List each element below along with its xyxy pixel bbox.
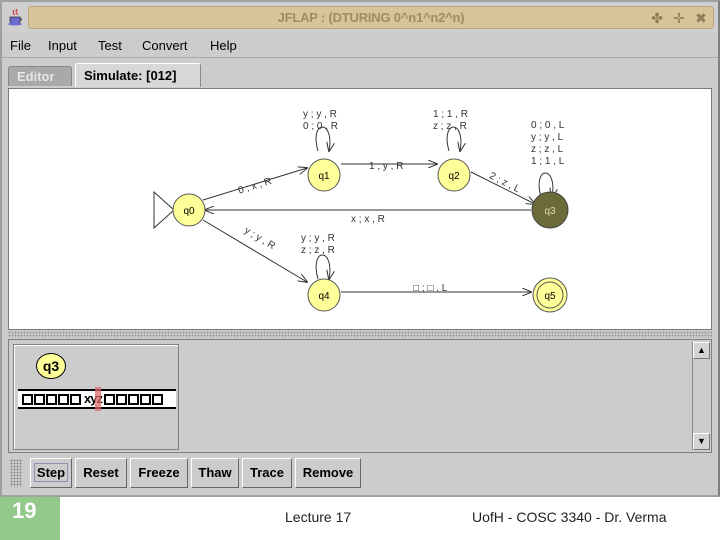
- state-q1[interactable]: q1: [307, 158, 341, 192]
- tape-head-marker: [95, 387, 101, 411]
- automaton-canvas[interactable]: 0 ; x , R y ; y , R 0 ; 0 , R 1 ; y , R …: [8, 88, 712, 330]
- footer-credit: UofH - COSC 3340 - Dr. Verma: [472, 509, 667, 525]
- close-icon[interactable]: ✖: [693, 10, 709, 26]
- label-q3-q3-c: z ; z , L: [531, 144, 564, 155]
- menu-file[interactable]: File: [10, 38, 31, 53]
- maximize-icon[interactable]: ✛: [671, 10, 687, 26]
- blank-cell: [127, 393, 139, 405]
- label-q0-q4: y ; y , R: [242, 225, 277, 252]
- config-state: q3: [36, 353, 66, 379]
- initial-state-marker: [153, 190, 175, 230]
- blank-cell: [46, 393, 57, 405]
- svg-text:q1: q1: [318, 171, 330, 182]
- scroll-up-icon[interactable]: ▲: [693, 342, 710, 359]
- blank-cell: [70, 393, 81, 405]
- configuration-item[interactable]: q3 xyz: [13, 344, 179, 450]
- label-q3-q3-b: y ; y , L: [531, 132, 564, 143]
- state-q2[interactable]: q2: [437, 158, 471, 192]
- automaton-diagram: 0 ; x , R y ; y , R 0 ; 0 , R 1 ; y , R …: [153, 109, 569, 313]
- state-q3[interactable]: q3: [531, 191, 569, 229]
- menu-test[interactable]: Test: [98, 38, 122, 53]
- menu-bar: File Input Test Convert Help: [2, 34, 718, 58]
- label-q4-q4-a: y ; y , R: [301, 233, 335, 244]
- scroll-down-icon[interactable]: ▼: [693, 433, 710, 450]
- label-q2-q2-b: z ; z , R: [433, 121, 467, 132]
- svg-text:q0: q0: [183, 206, 195, 217]
- svg-text:q4: q4: [318, 291, 330, 302]
- java-cup-icon[interactable]: [6, 7, 24, 27]
- menu-input[interactable]: Input: [48, 38, 77, 53]
- vertical-scrollbar[interactable]: ▲ ▼: [692, 342, 710, 450]
- jflap-window: JFLAP : (DTURING 0^n1^n2^n) ✤ ✛ ✖ File I…: [0, 0, 720, 497]
- step-button[interactable]: Step: [30, 458, 72, 488]
- tape: xyz: [18, 387, 176, 411]
- label-q1-q1-b: 0 ; 0 , R: [303, 121, 338, 132]
- label-q2-q3: 2 ; z , L: [487, 171, 522, 196]
- svg-text:q5: q5: [544, 291, 556, 302]
- tape-cells: xyz: [22, 392, 164, 405]
- title-pill: JFLAP : (DTURING 0^n1^n2^n) ✤ ✛ ✖: [28, 6, 714, 29]
- tab-editor[interactable]: Editor: [8, 66, 72, 86]
- thaw-button[interactable]: Thaw: [191, 458, 239, 488]
- blank-cell: [115, 393, 127, 405]
- configuration-pane: q3 xyz ▲ ▼: [8, 339, 712, 453]
- remove-button[interactable]: Remove: [295, 458, 361, 488]
- menu-help[interactable]: Help: [210, 38, 237, 53]
- blank-cell: [58, 393, 69, 405]
- svg-text:q2: q2: [448, 171, 460, 182]
- svg-text:q3: q3: [544, 206, 556, 217]
- window-title: JFLAP : (DTURING 0^n1^n2^n): [277, 10, 465, 25]
- blank-cell: [22, 393, 33, 405]
- tab-simulate[interactable]: Simulate: [012]: [75, 63, 201, 87]
- blank-cell: [103, 393, 115, 405]
- label-q2-q2-a: 1 ; 1 , R: [433, 109, 468, 120]
- reset-button[interactable]: Reset: [75, 458, 127, 488]
- toolbar-grip[interactable]: [10, 459, 22, 487]
- freeze-button[interactable]: Freeze: [130, 458, 188, 488]
- blank-cell: [34, 393, 45, 405]
- label-q4-q4-b: z ; z , R: [301, 245, 335, 256]
- minimize-icon[interactable]: ✤: [649, 10, 665, 26]
- label-q3-q3-a: 0 ; 0 , L: [531, 120, 565, 131]
- state-q4[interactable]: q4: [307, 278, 341, 312]
- label-q1-q2: 1 ; y , R: [369, 161, 403, 172]
- blank-cell: [139, 393, 151, 405]
- label-q4-q5: □ ; □ , L: [413, 283, 448, 294]
- state-q0[interactable]: q0: [172, 193, 206, 227]
- footer-lecture: Lecture 17: [285, 509, 352, 525]
- label-q0-q1: 0 ; x , R: [237, 176, 273, 197]
- label-q1-q1-a: y ; y , R: [303, 109, 337, 120]
- menu-convert[interactable]: Convert: [142, 38, 188, 53]
- state-q5[interactable]: q5: [532, 277, 568, 313]
- simulation-toolbar: Step Reset Freeze Thaw Trace Remove: [8, 457, 712, 489]
- blank-cell: [151, 393, 163, 405]
- title-bar[interactable]: JFLAP : (DTURING 0^n1^n2^n) ✤ ✛ ✖: [2, 2, 718, 32]
- slide-number: 19: [0, 497, 60, 540]
- trace-button[interactable]: Trace: [242, 458, 292, 488]
- loop-q4[interactable]: [315, 254, 330, 279]
- label-q3-q3-d: 1 ; 1 , L: [531, 156, 565, 167]
- label-q3-q0: x ; x , R: [351, 214, 385, 225]
- split-pane-divider[interactable]: [8, 331, 712, 338]
